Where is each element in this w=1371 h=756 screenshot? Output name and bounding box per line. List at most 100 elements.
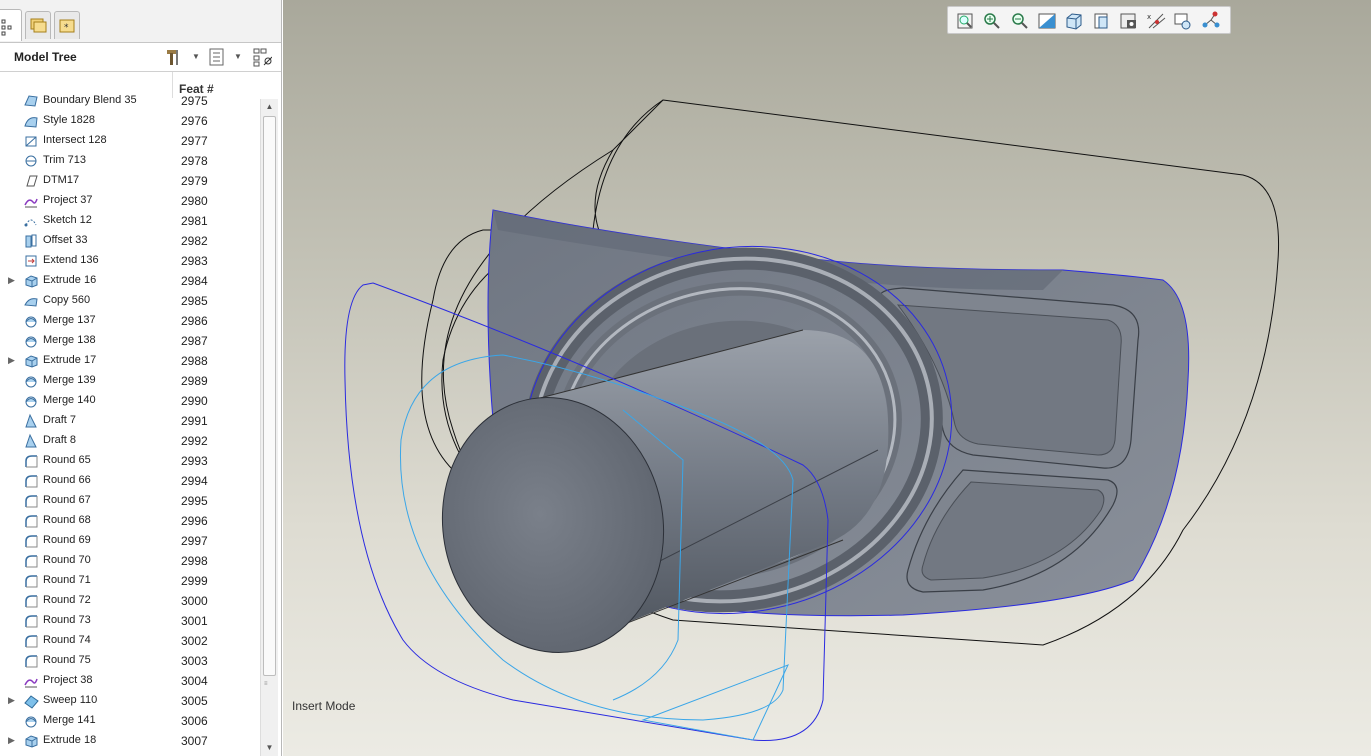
round-icon: [25, 475, 38, 488]
annotation-display-icon[interactable]: [1200, 10, 1222, 32]
round-icon: [25, 495, 38, 508]
tree-row[interactable]: ▶ Extrude 16 2984: [0, 271, 260, 291]
model-viewport[interactable]: [283, 0, 1371, 756]
tree-row[interactable]: Merge 139 2989: [0, 371, 260, 391]
scroll-down-arrow-icon[interactable]: ▼: [261, 740, 278, 756]
feature-number: 2986: [181, 314, 208, 328]
tree-scrollbar[interactable]: ▲ ≡ ▼: [260, 99, 278, 756]
tree-row[interactable]: Round 75 3003: [0, 651, 260, 671]
feature-number: 3002: [181, 634, 208, 648]
tree-row[interactable]: Project 37 2980: [0, 191, 260, 211]
model-tree-header: Model Tree ▼ ▼: [0, 43, 281, 72]
expand-arrow-icon[interactable]: ▶: [8, 735, 15, 746]
favorites-tab[interactable]: *: [54, 11, 80, 39]
feature-name: Draft 7: [43, 414, 77, 426]
feature-number: 2993: [181, 454, 208, 468]
tree-row[interactable]: Merge 137 2986: [0, 311, 260, 331]
tree-row[interactable]: Round 66 2994: [0, 471, 260, 491]
boundary-blend-icon: [24, 95, 38, 107]
round-icon: [25, 595, 38, 608]
settings-hammer-icon[interactable]: [164, 47, 184, 67]
graphics-window[interactable]: x Insert Mode: [283, 0, 1371, 756]
tree-row[interactable]: Merge 138 2987: [0, 331, 260, 351]
tree-row[interactable]: ▶ Extrude 18 3007: [0, 731, 260, 751]
tree-row[interactable]: Project 38 3004: [0, 671, 260, 691]
settings-dropdown-icon[interactable]: ▼: [192, 52, 200, 61]
expand-arrow-icon[interactable]: ▶: [8, 695, 15, 706]
show-menu-icon[interactable]: [207, 47, 227, 67]
wireframe-inner: [592, 99, 664, 241]
offset-icon: [25, 234, 37, 248]
tree-row[interactable]: Round 67 2995: [0, 491, 260, 511]
tree-row[interactable]: Draft 8 2992: [0, 431, 260, 451]
feature-name: Merge 138: [43, 334, 96, 346]
tree-row[interactable]: ▶ Extrude 17 2988: [0, 351, 260, 371]
saved-orientations-icon[interactable]: [1091, 10, 1113, 32]
folder-browser-tab[interactable]: [25, 11, 51, 39]
draft-icon: [25, 433, 37, 448]
feature-name: Round 67: [43, 494, 91, 506]
tree-row[interactable]: Round 68 2996: [0, 511, 260, 531]
model-tree-tab[interactable]: [0, 9, 22, 41]
tree-row[interactable]: Round 65 2993: [0, 451, 260, 471]
view-manager-icon[interactable]: [1118, 10, 1140, 32]
spin-center-icon[interactable]: [1172, 10, 1194, 32]
tree-row[interactable]: Round 70 2998: [0, 551, 260, 571]
feature-number: 2977: [181, 134, 208, 148]
tree-row[interactable]: Round 74 3002: [0, 631, 260, 651]
feature-number: 2983: [181, 254, 208, 268]
expand-arrow-icon[interactable]: ▶: [8, 275, 15, 286]
zoom-in-icon[interactable]: [981, 10, 1003, 32]
feature-number: 3005: [181, 694, 208, 708]
tree-row[interactable]: Extend 136 2983: [0, 251, 260, 271]
model-tree-list: Boundary Blend 35 2975 Style 1828 2976 Inter…: [0, 91, 260, 756]
tree-row[interactable]: Boundary Blend 35 2975: [0, 91, 260, 111]
feature-name: Round 69: [43, 534, 91, 546]
tree-row[interactable]: DTM17 2979: [0, 171, 260, 191]
expand-arrow-icon[interactable]: ▶: [8, 355, 15, 366]
feature-name: Extend 136: [43, 254, 99, 266]
tree-row[interactable]: Merge 140 2990: [0, 391, 260, 411]
tree-row[interactable]: Round 72 3000: [0, 591, 260, 611]
tree-filters-icon[interactable]: [252, 47, 272, 67]
mode-status: Insert Mode: [292, 699, 356, 713]
project-icon: [24, 678, 38, 688]
merge-icon: [25, 376, 37, 388]
feature-number: 2995: [181, 494, 208, 508]
tree-row[interactable]: Sketch 12 2981: [0, 211, 260, 231]
tree-row[interactable]: Style 1828 2976: [0, 111, 260, 131]
scroll-thumb[interactable]: [263, 116, 276, 676]
tree-row[interactable]: Round 71 2999: [0, 571, 260, 591]
tree-row[interactable]: Trim 713 2978: [0, 151, 260, 171]
tree-row[interactable]: Intersect 128 2977: [0, 131, 260, 151]
feature-name: Round 68: [43, 514, 91, 526]
tree-row[interactable]: Draft 7 2991: [0, 411, 260, 431]
feature-name: Extrude 18: [43, 734, 97, 746]
tree-row[interactable]: Offset 33 2982: [0, 231, 260, 251]
tree-row[interactable]: Merge 141 3006: [0, 711, 260, 731]
feature-name: Merge 139: [43, 374, 96, 386]
show-dropdown-icon[interactable]: ▼: [234, 52, 242, 61]
extrude-icon: [25, 355, 38, 368]
feature-name: Merge 141: [43, 714, 96, 726]
display-style-icon[interactable]: [1063, 10, 1085, 32]
tree-row[interactable]: Copy 560 2985: [0, 291, 260, 311]
refit-icon[interactable]: [954, 10, 976, 32]
feature-name: Project 37: [43, 194, 93, 206]
feature-name: DTM17: [43, 174, 80, 186]
feature-name: Extrude 17: [43, 354, 97, 366]
feature-number: 2990: [181, 394, 208, 408]
feature-number: 3001: [181, 614, 208, 628]
view-toolbar: x: [947, 6, 1231, 34]
feature-name: Intersect 128: [43, 134, 107, 146]
datum-display-icon[interactable]: x: [1145, 10, 1167, 32]
scroll-up-arrow-icon[interactable]: ▲: [261, 99, 278, 115]
tree-row[interactable]: Round 73 3001: [0, 611, 260, 631]
feature-number: 2988: [181, 354, 208, 368]
feature-name: Style 1828: [43, 114, 95, 126]
model-tree-title: Model Tree: [14, 50, 77, 64]
repaint-icon[interactable]: [1036, 10, 1058, 32]
tree-row[interactable]: Round 69 2997: [0, 531, 260, 551]
zoom-out-icon[interactable]: [1009, 10, 1031, 32]
tree-row[interactable]: ▶ Sweep 110 3005: [0, 691, 260, 711]
